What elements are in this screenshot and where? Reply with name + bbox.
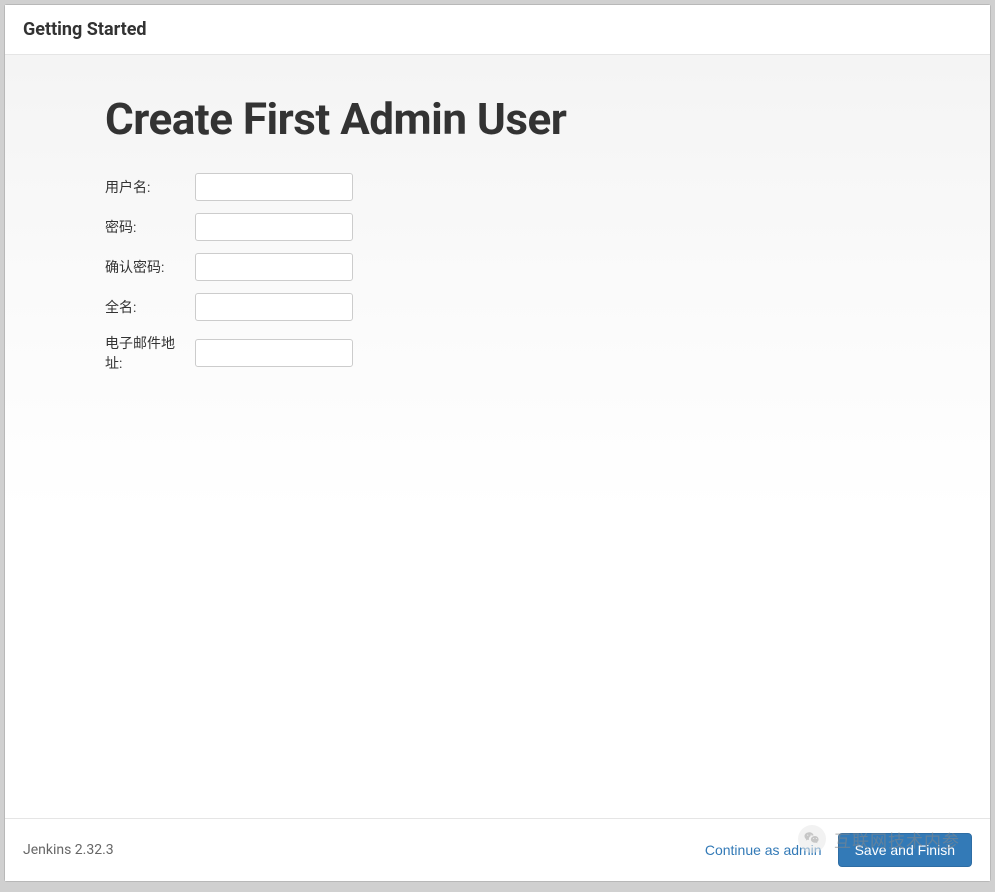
modal-body: Create First Admin User 用户名: 密码: 确认密码: 全… [5, 55, 990, 818]
confirm-password-label: 确认密码: [105, 257, 195, 277]
modal-header-title: Getting Started [23, 19, 972, 40]
email-label: 电子邮件地址: [105, 333, 195, 373]
modal-header: Getting Started [5, 5, 990, 55]
confirm-password-input[interactable] [195, 253, 353, 281]
form-row-confirm-password: 确认密码: [105, 253, 890, 281]
username-input[interactable] [195, 173, 353, 201]
username-label: 用户名: [105, 177, 195, 197]
email-input[interactable] [195, 339, 353, 367]
save-and-finish-button[interactable]: Save and Finish [838, 833, 972, 867]
fullname-input[interactable] [195, 293, 353, 321]
form-row-email: 电子邮件地址: [105, 333, 890, 373]
page-title: Create First Admin User [105, 93, 890, 145]
fullname-label: 全名: [105, 297, 195, 317]
password-input[interactable] [195, 213, 353, 241]
setup-wizard-modal: Getting Started Create First Admin User … [4, 4, 991, 882]
password-label: 密码: [105, 217, 195, 237]
form-row-password: 密码: [105, 213, 890, 241]
modal-footer: Jenkins 2.32.3 Continue as admin Save an… [5, 818, 990, 881]
footer-actions: Continue as admin Save and Finish [703, 833, 972, 867]
form-row-fullname: 全名: [105, 293, 890, 321]
version-text: Jenkins 2.32.3 [23, 842, 114, 858]
form-row-username: 用户名: [105, 173, 890, 201]
continue-as-admin-button[interactable]: Continue as admin [703, 836, 824, 864]
